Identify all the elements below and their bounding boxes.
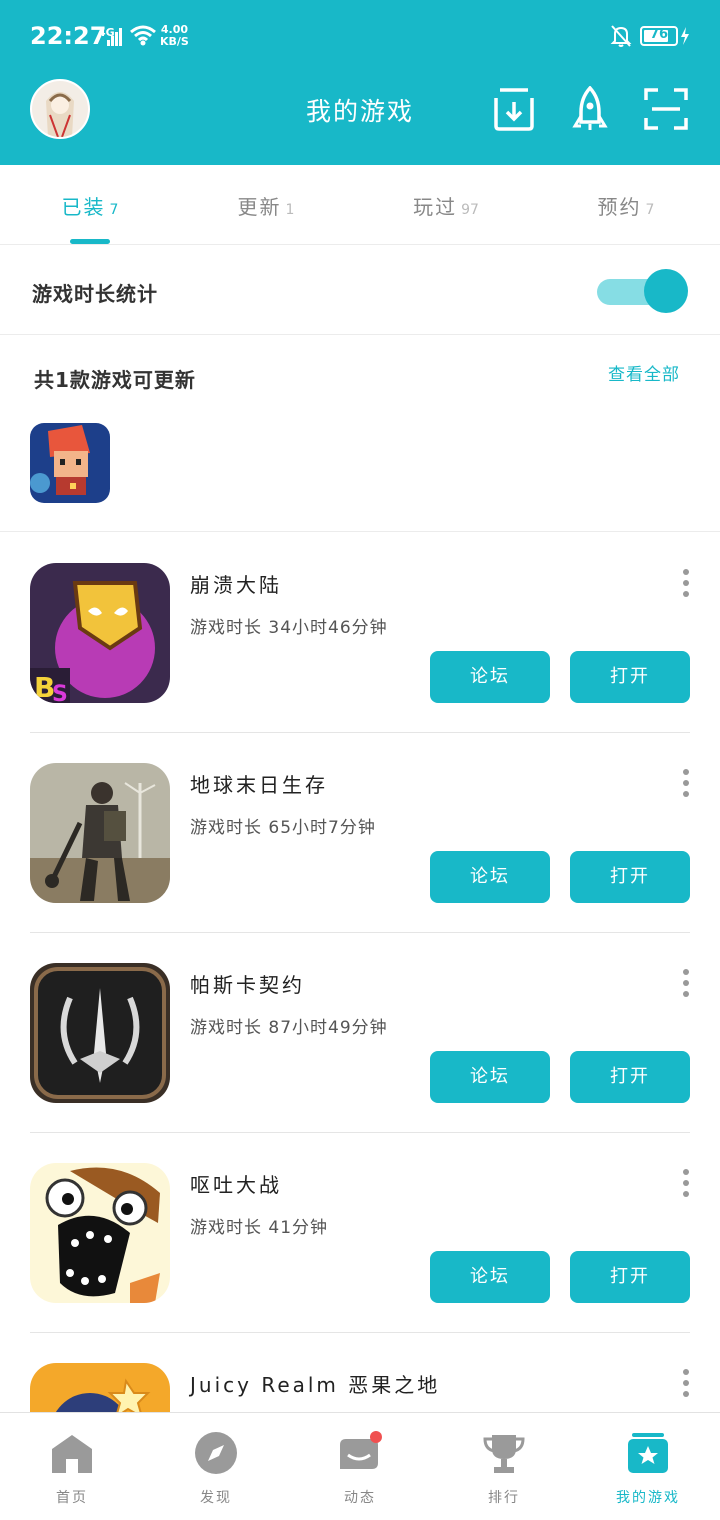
- tab-installed[interactable]: 已装 7: [0, 191, 180, 220]
- more-options-icon[interactable]: [676, 569, 696, 599]
- scan-icon[interactable]: [644, 86, 688, 132]
- game-name: 地球末日生存: [190, 773, 328, 797]
- forum-button[interactable]: 论坛: [430, 651, 550, 703]
- game-playtime: 游戏时长 87小时49分钟: [190, 1018, 388, 1038]
- more-options-icon[interactable]: [676, 1169, 696, 1199]
- nav-ranking[interactable]: 排行: [432, 1413, 576, 1520]
- nav-my-games[interactable]: 我的游戏: [576, 1413, 720, 1520]
- more-options-icon[interactable]: [676, 769, 696, 799]
- open-button[interactable]: 打开: [570, 851, 690, 903]
- tab-reserved[interactable]: 预约 7: [536, 191, 716, 220]
- avatar-image: [32, 81, 88, 137]
- game-icon[interactable]: [30, 963, 170, 1103]
- update-game-icon[interactable]: [30, 423, 110, 503]
- open-button[interactable]: 打开: [570, 1051, 690, 1103]
- view-all-link[interactable]: 查看全部: [608, 360, 680, 385]
- more-options-icon[interactable]: [676, 1369, 696, 1399]
- forum-button[interactable]: 论坛: [430, 1251, 550, 1303]
- game-item: 地球末日生存 游戏时长 65小时7分钟 论坛 打开: [0, 733, 720, 933]
- game-item: 呕吐大战 游戏时长 41分钟 论坛 打开: [0, 1133, 720, 1333]
- updates-title: 共1款游戏可更新: [34, 368, 196, 392]
- avatar[interactable]: [30, 79, 90, 139]
- chat-icon: [340, 1431, 382, 1469]
- nav-label: 发现: [200, 1490, 232, 1506]
- nav-home[interactable]: 首页: [0, 1413, 144, 1520]
- trophy-icon: [483, 1435, 525, 1473]
- updates-section: 共1款游戏可更新 查看全部: [0, 336, 720, 532]
- game-icon[interactable]: [30, 763, 170, 903]
- page-title: 我的游戏: [305, 97, 414, 126]
- forum-button[interactable]: 论坛: [430, 1051, 550, 1103]
- game-icon[interactable]: [30, 1163, 170, 1303]
- game-playtime: 游戏时长 41分钟: [190, 1218, 329, 1238]
- svg-text:S: S: [52, 682, 68, 703]
- signal-icon: [107, 28, 123, 46]
- charging-icon: [681, 27, 689, 45]
- wifi-icon: [130, 25, 156, 46]
- battery-icon: 76: [640, 26, 678, 46]
- bottom-nav: 首页 发现 动态 排行 我的游戏: [0, 1412, 720, 1520]
- game-name: 崩溃大陆: [190, 573, 282, 597]
- game-playtime: 游戏时长 34小时46分钟: [190, 618, 388, 638]
- game-item: B S 崩溃大陆 游戏时长 34小时46分钟 论坛 打开: [0, 533, 720, 733]
- nav-feed[interactable]: 动态: [288, 1413, 432, 1520]
- more-options-icon[interactable]: [676, 969, 696, 999]
- compass-icon: [195, 1432, 237, 1474]
- battery-level: 76: [649, 27, 669, 42]
- game-item: 帕斯卡契约 游戏时长 87小时49分钟 论坛 打开: [0, 933, 720, 1133]
- playtime-stats-label: 游戏时长统计: [32, 282, 158, 306]
- status-time: 22:27: [30, 22, 107, 50]
- game-name: 帕斯卡契约: [190, 973, 305, 997]
- status-bar: 22:27 4G 4.00 KB/S 76: [0, 0, 720, 72]
- playtime-stats-toggle[interactable]: [597, 269, 689, 313]
- game-name: 呕吐大战: [190, 1173, 282, 1197]
- nav-label: 首页: [56, 1490, 88, 1506]
- forum-button[interactable]: 论坛: [430, 851, 550, 903]
- home-icon: [52, 1435, 92, 1473]
- rocket-icon[interactable]: [568, 86, 612, 132]
- mute-bell-icon: [610, 25, 632, 47]
- open-button[interactable]: 打开: [570, 1251, 690, 1303]
- nav-label: 动态: [344, 1490, 376, 1506]
- app-header: 22:27 4G 4.00 KB/S 76 我的游戏: [0, 0, 720, 165]
- tab-played[interactable]: 玩过 97: [356, 191, 536, 220]
- nav-discover[interactable]: 发现: [144, 1413, 288, 1520]
- download-icon[interactable]: [492, 86, 536, 132]
- open-button[interactable]: 打开: [570, 651, 690, 703]
- game-icon[interactable]: B S: [30, 563, 170, 703]
- my-games-icon: [628, 1433, 668, 1473]
- playtime-stats-row: 游戏时长统计: [0, 245, 720, 335]
- tab-bar: 已装 7 更新 1 玩过 97 预约 7: [0, 165, 720, 245]
- tab-updates[interactable]: 更新 1: [176, 191, 356, 220]
- game-name: Juicy Realm 恶果之地: [190, 1373, 441, 1397]
- tab-indicator: [70, 239, 110, 244]
- network-speed: 4.00 KB/S: [160, 23, 189, 48]
- nav-label: 我的游戏: [616, 1490, 680, 1506]
- game-playtime: 游戏时长 65小时7分钟: [190, 818, 376, 838]
- nav-label: 排行: [488, 1490, 520, 1506]
